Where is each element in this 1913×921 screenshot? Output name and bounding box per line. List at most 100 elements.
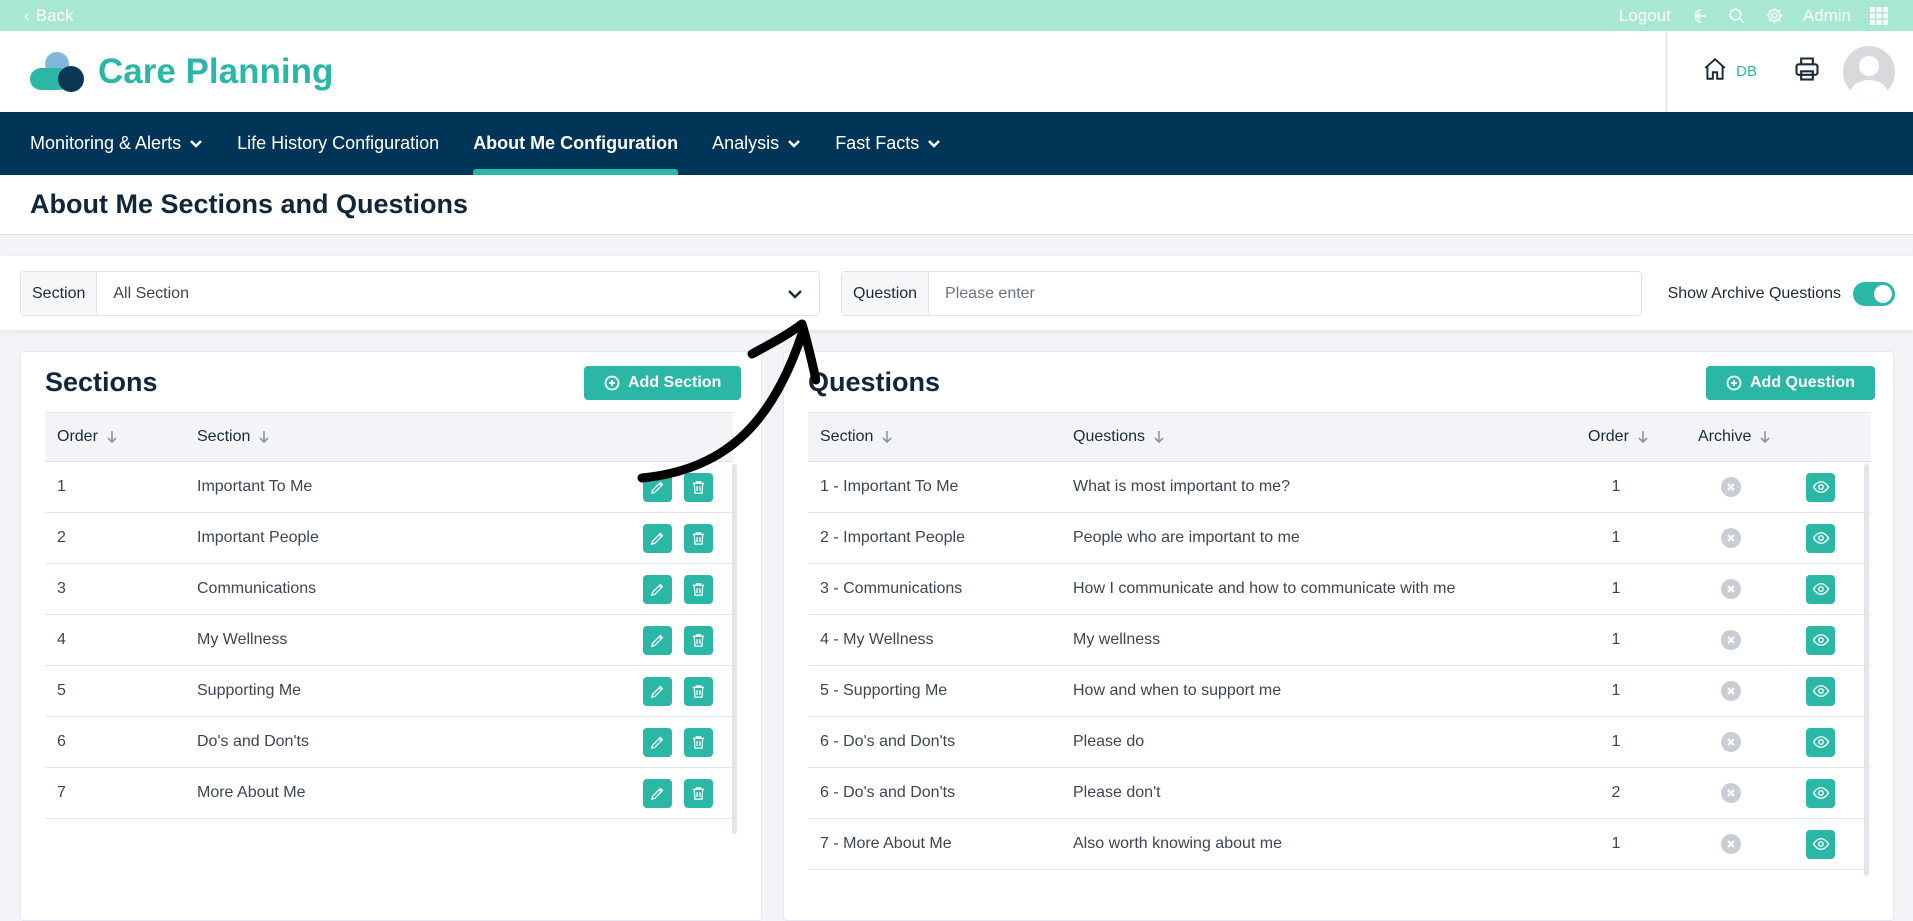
delete-section-button[interactable]: [684, 574, 713, 604]
row-actions: [643, 778, 713, 808]
view-question-button[interactable]: [1806, 676, 1835, 706]
sort-down-icon: [1638, 431, 1648, 444]
sections-table: Order Section 1 Important To Me 2 Important…: [45, 412, 733, 819]
nav-life-history-configuration[interactable]: Life History Configuration: [237, 112, 439, 175]
question-section-cell: 6 - Do's and Don'ts: [820, 733, 956, 750]
section-filter[interactable]: Section All Section: [20, 271, 820, 316]
delete-section-button[interactable]: [684, 523, 713, 553]
sections-table-body: 1 Important To Me 2 Important People 3 Commun…: [45, 462, 733, 819]
row-actions: [1806, 523, 1835, 553]
question-order-cell: 1: [1611, 580, 1621, 597]
view-question-button[interactable]: [1806, 829, 1835, 859]
col-q-section[interactable]: Section: [808, 428, 1061, 446]
questions-table: Section Questions Order Archive 1 - Impo…: [808, 412, 1895, 870]
view-question-button[interactable]: [1806, 727, 1835, 757]
archive-toggle[interactable]: [1853, 281, 1895, 306]
delete-section-button[interactable]: [684, 727, 713, 757]
nav-fast-facts[interactable]: Fast Facts: [835, 112, 941, 175]
sort-down-icon: [1154, 431, 1164, 444]
section-name-cell: Important To Me: [197, 478, 313, 495]
nav-about-me-configuration[interactable]: About Me Configuration: [473, 112, 678, 175]
edit-section-button[interactable]: [643, 727, 672, 757]
printer-icon[interactable]: [1793, 55, 1821, 88]
questions-panel: Questions Add Question Section Questions…: [783, 351, 1894, 921]
chevron-down-icon: [928, 139, 941, 148]
top-bar: ‹ Back Logout Admin: [0, 0, 1913, 31]
avatar[interactable]: [1843, 45, 1895, 98]
not-archived-icon: [1721, 732, 1741, 752]
archive-status-cell: [1656, 477, 1806, 497]
question-text-cell: How I communicate and how to communicate…: [1073, 580, 1456, 597]
add-section-button[interactable]: Add Section: [584, 366, 742, 400]
home-icon[interactable]: [1702, 56, 1728, 87]
edit-section-button[interactable]: [643, 625, 672, 655]
trash-icon: [690, 785, 707, 802]
col-q-order[interactable]: Order: [1576, 428, 1686, 446]
logout-icon[interactable]: [1689, 6, 1709, 26]
eye-icon: [1812, 784, 1830, 802]
question-order-cell: 1: [1611, 835, 1621, 852]
sections-scrollbar[interactable]: [732, 464, 737, 834]
archive-toggle-group: Show Archive Questions: [1668, 271, 1895, 316]
view-question-button[interactable]: [1806, 523, 1835, 553]
add-question-button[interactable]: Add Question: [1706, 366, 1875, 400]
section-filter-label: Section: [21, 272, 98, 315]
add-question-label: Add Question: [1750, 374, 1855, 391]
nav-analysis[interactable]: Analysis: [712, 112, 801, 175]
section-order-cell: 4: [57, 631, 66, 648]
view-question-button[interactable]: [1806, 625, 1835, 655]
back-link[interactable]: ‹ Back: [24, 6, 73, 26]
col-order[interactable]: Order: [45, 428, 185, 446]
table-row: 4 My Wellness: [45, 615, 733, 666]
edit-section-button[interactable]: [643, 574, 672, 604]
user-silhouette-icon: [1850, 55, 1888, 98]
eye-icon: [1812, 835, 1830, 853]
question-text-cell: People who are important to me: [1073, 529, 1300, 546]
trash-icon: [690, 632, 707, 649]
table-row: 5 - Supporting Me How and when to support…: [808, 666, 1871, 717]
logout-link[interactable]: Logout: [1619, 6, 1671, 26]
question-order-cell: 1: [1611, 631, 1621, 648]
section-name-cell: My Wellness: [197, 631, 288, 648]
col-section[interactable]: Section: [185, 428, 270, 446]
eye-icon: [1812, 580, 1830, 598]
user-label[interactable]: Admin: [1803, 6, 1851, 26]
delete-section-button[interactable]: [684, 676, 713, 706]
edit-section-button[interactable]: [643, 472, 672, 502]
gear-icon[interactable]: [1765, 6, 1785, 26]
question-search-input[interactable]: [929, 272, 1641, 315]
trash-icon: [690, 683, 707, 700]
app-header: Care Planning DB: [0, 31, 1913, 112]
col-questions[interactable]: Questions: [1061, 428, 1576, 446]
section-select[interactable]: All Section: [97, 272, 787, 315]
delete-section-button[interactable]: [684, 778, 713, 808]
col-q-order-label: Order: [1588, 428, 1629, 445]
col-archive[interactable]: Archive: [1686, 428, 1771, 446]
view-question-button[interactable]: [1806, 778, 1835, 808]
search-icon[interactable]: [1727, 6, 1747, 26]
main-nav: Monitoring & Alerts Life History Configu…: [0, 112, 1913, 175]
question-text-cell: Please don't: [1073, 784, 1161, 801]
section-order-cell: 2: [57, 529, 66, 546]
view-question-button[interactable]: [1806, 472, 1835, 502]
eye-icon: [1812, 733, 1830, 751]
question-order-cell: 1: [1611, 733, 1621, 750]
row-actions: [643, 625, 713, 655]
edit-section-button[interactable]: [643, 676, 672, 706]
view-question-button[interactable]: [1806, 574, 1835, 604]
row-actions: [1806, 829, 1835, 859]
nav-monitoring-alerts[interactable]: Monitoring & Alerts: [30, 112, 203, 175]
db-label: DB: [1736, 63, 1757, 80]
delete-section-button[interactable]: [684, 472, 713, 502]
not-archived-icon: [1721, 579, 1741, 599]
delete-section-button[interactable]: [684, 625, 713, 655]
app-logo[interactable]: Care Planning: [28, 50, 333, 94]
chevron-down-icon[interactable]: [787, 272, 819, 315]
trash-icon: [690, 530, 707, 547]
archive-status-cell: [1656, 834, 1806, 854]
apps-grid-icon[interactable]: [1869, 6, 1889, 26]
edit-section-button[interactable]: [643, 778, 672, 808]
sort-down-icon: [1760, 431, 1770, 444]
edit-section-button[interactable]: [643, 523, 672, 553]
questions-scrollbar[interactable]: [1864, 464, 1869, 876]
